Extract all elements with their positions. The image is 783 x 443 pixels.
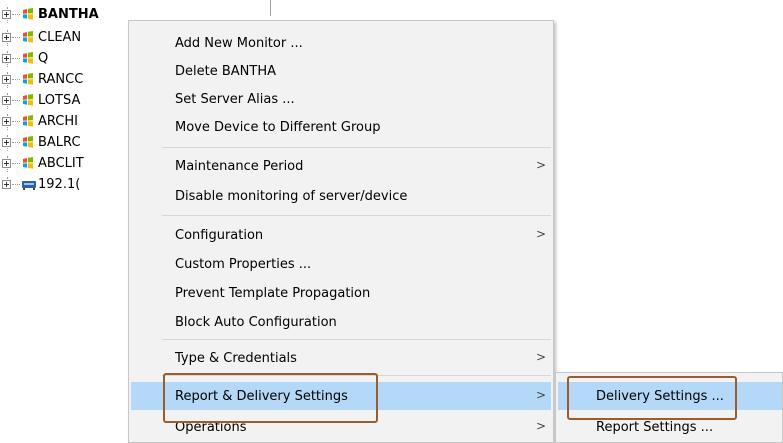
windows-server-icon — [23, 8, 33, 20]
tree-guide-line — [12, 142, 20, 143]
chevron-right-icon: > — [536, 350, 547, 364]
menu-item-maintenance-period[interactable]: Maintenance Period > — [131, 152, 551, 180]
menu-item-label: Add New Monitor ... — [175, 36, 303, 51]
menu-separator — [162, 147, 551, 148]
expand-plus-icon[interactable] — [2, 138, 11, 147]
highlight-callout-delivery-settings — [567, 376, 737, 420]
menu-item-label: Maintenance Period — [175, 159, 304, 174]
menu-item-label: Move Device to Different Group — [175, 120, 381, 135]
tree-guide-line — [12, 14, 20, 15]
menu-item-add-new-monitor[interactable]: Add New Monitor ... — [131, 29, 551, 57]
menu-item-label: Configuration — [175, 228, 264, 243]
chevron-right-icon: > — [536, 419, 547, 433]
highlight-callout-report-delivery — [163, 373, 378, 423]
menu-item-set-server-alias[interactable]: Set Server Alias ... — [131, 85, 551, 113]
expand-plus-icon[interactable] — [2, 10, 11, 19]
windows-server-icon — [23, 157, 33, 169]
expand-plus-icon[interactable] — [2, 159, 11, 168]
expand-plus-icon[interactable] — [2, 96, 11, 105]
tree-node-label: Q — [38, 51, 49, 66]
expand-plus-icon[interactable] — [2, 75, 11, 84]
menu-item-disable-monitoring[interactable]: Disable monitoring of server/device — [131, 182, 551, 210]
chevron-right-icon: > — [536, 388, 547, 402]
tree-guide-line — [12, 37, 20, 38]
tree-node-label: BALRC — [38, 135, 81, 150]
network-device-icon — [22, 181, 36, 190]
expand-plus-icon[interactable] — [2, 54, 11, 63]
menu-separator — [162, 339, 551, 340]
tree-node-label: BANTHA — [38, 7, 99, 22]
menu-item-prevent-template-propagation[interactable]: Prevent Template Propagation — [131, 279, 551, 307]
tree-node-label: 192.1( — [38, 177, 81, 192]
menu-item-label: Report Settings ... — [596, 420, 714, 435]
tree-node-label: ABCLIT — [38, 156, 84, 171]
tree-node-label: RANCC — [38, 72, 84, 87]
tree-node-label: LOTSA — [38, 93, 81, 108]
menu-item-label: Custom Properties ... — [175, 257, 312, 272]
expand-plus-icon[interactable] — [2, 117, 11, 126]
chevron-right-icon: > — [536, 227, 547, 241]
menu-item-custom-properties[interactable]: Custom Properties ... — [131, 250, 551, 278]
menu-item-delete-bantha[interactable]: Delete BANTHA — [131, 57, 551, 85]
menu-item-type-credentials[interactable]: Type & Credentials > — [131, 344, 551, 372]
tree-node-label: CLEAN — [38, 30, 82, 45]
pane-divider[interactable] — [270, 0, 271, 16]
menu-item-label: Delete BANTHA — [175, 64, 276, 79]
windows-server-icon — [23, 94, 33, 106]
expand-plus-icon[interactable] — [2, 180, 11, 189]
windows-server-icon — [23, 52, 33, 64]
chevron-right-icon: > — [536, 158, 547, 172]
tree-guide-line — [12, 163, 20, 164]
tree-node-label: ARCHI — [38, 114, 78, 129]
tree-guide-line — [12, 100, 20, 101]
tree-guide-line — [12, 184, 20, 185]
menu-item-label: Set Server Alias ... — [175, 92, 295, 107]
menu-item-label: Prevent Template Propagation — [175, 286, 371, 301]
menu-item-label: Block Auto Configuration — [175, 315, 337, 330]
tree-guide-line — [12, 121, 20, 122]
menu-separator — [162, 215, 551, 216]
windows-server-icon — [23, 31, 33, 43]
menu-item-label: Disable monitoring of server/device — [175, 189, 408, 204]
menu-item-move-device[interactable]: Move Device to Different Group — [131, 113, 551, 141]
windows-server-icon — [23, 115, 33, 127]
menu-item-configuration[interactable]: Configuration > — [131, 221, 551, 249]
tree-guide-line — [12, 79, 20, 80]
expand-plus-icon[interactable] — [2, 33, 11, 42]
tree-guide-line — [12, 58, 20, 59]
menu-item-block-auto-configuration[interactable]: Block Auto Configuration — [131, 308, 551, 336]
windows-server-icon — [23, 136, 33, 148]
windows-server-icon — [23, 73, 33, 85]
menu-item-label: Type & Credentials — [175, 351, 297, 366]
